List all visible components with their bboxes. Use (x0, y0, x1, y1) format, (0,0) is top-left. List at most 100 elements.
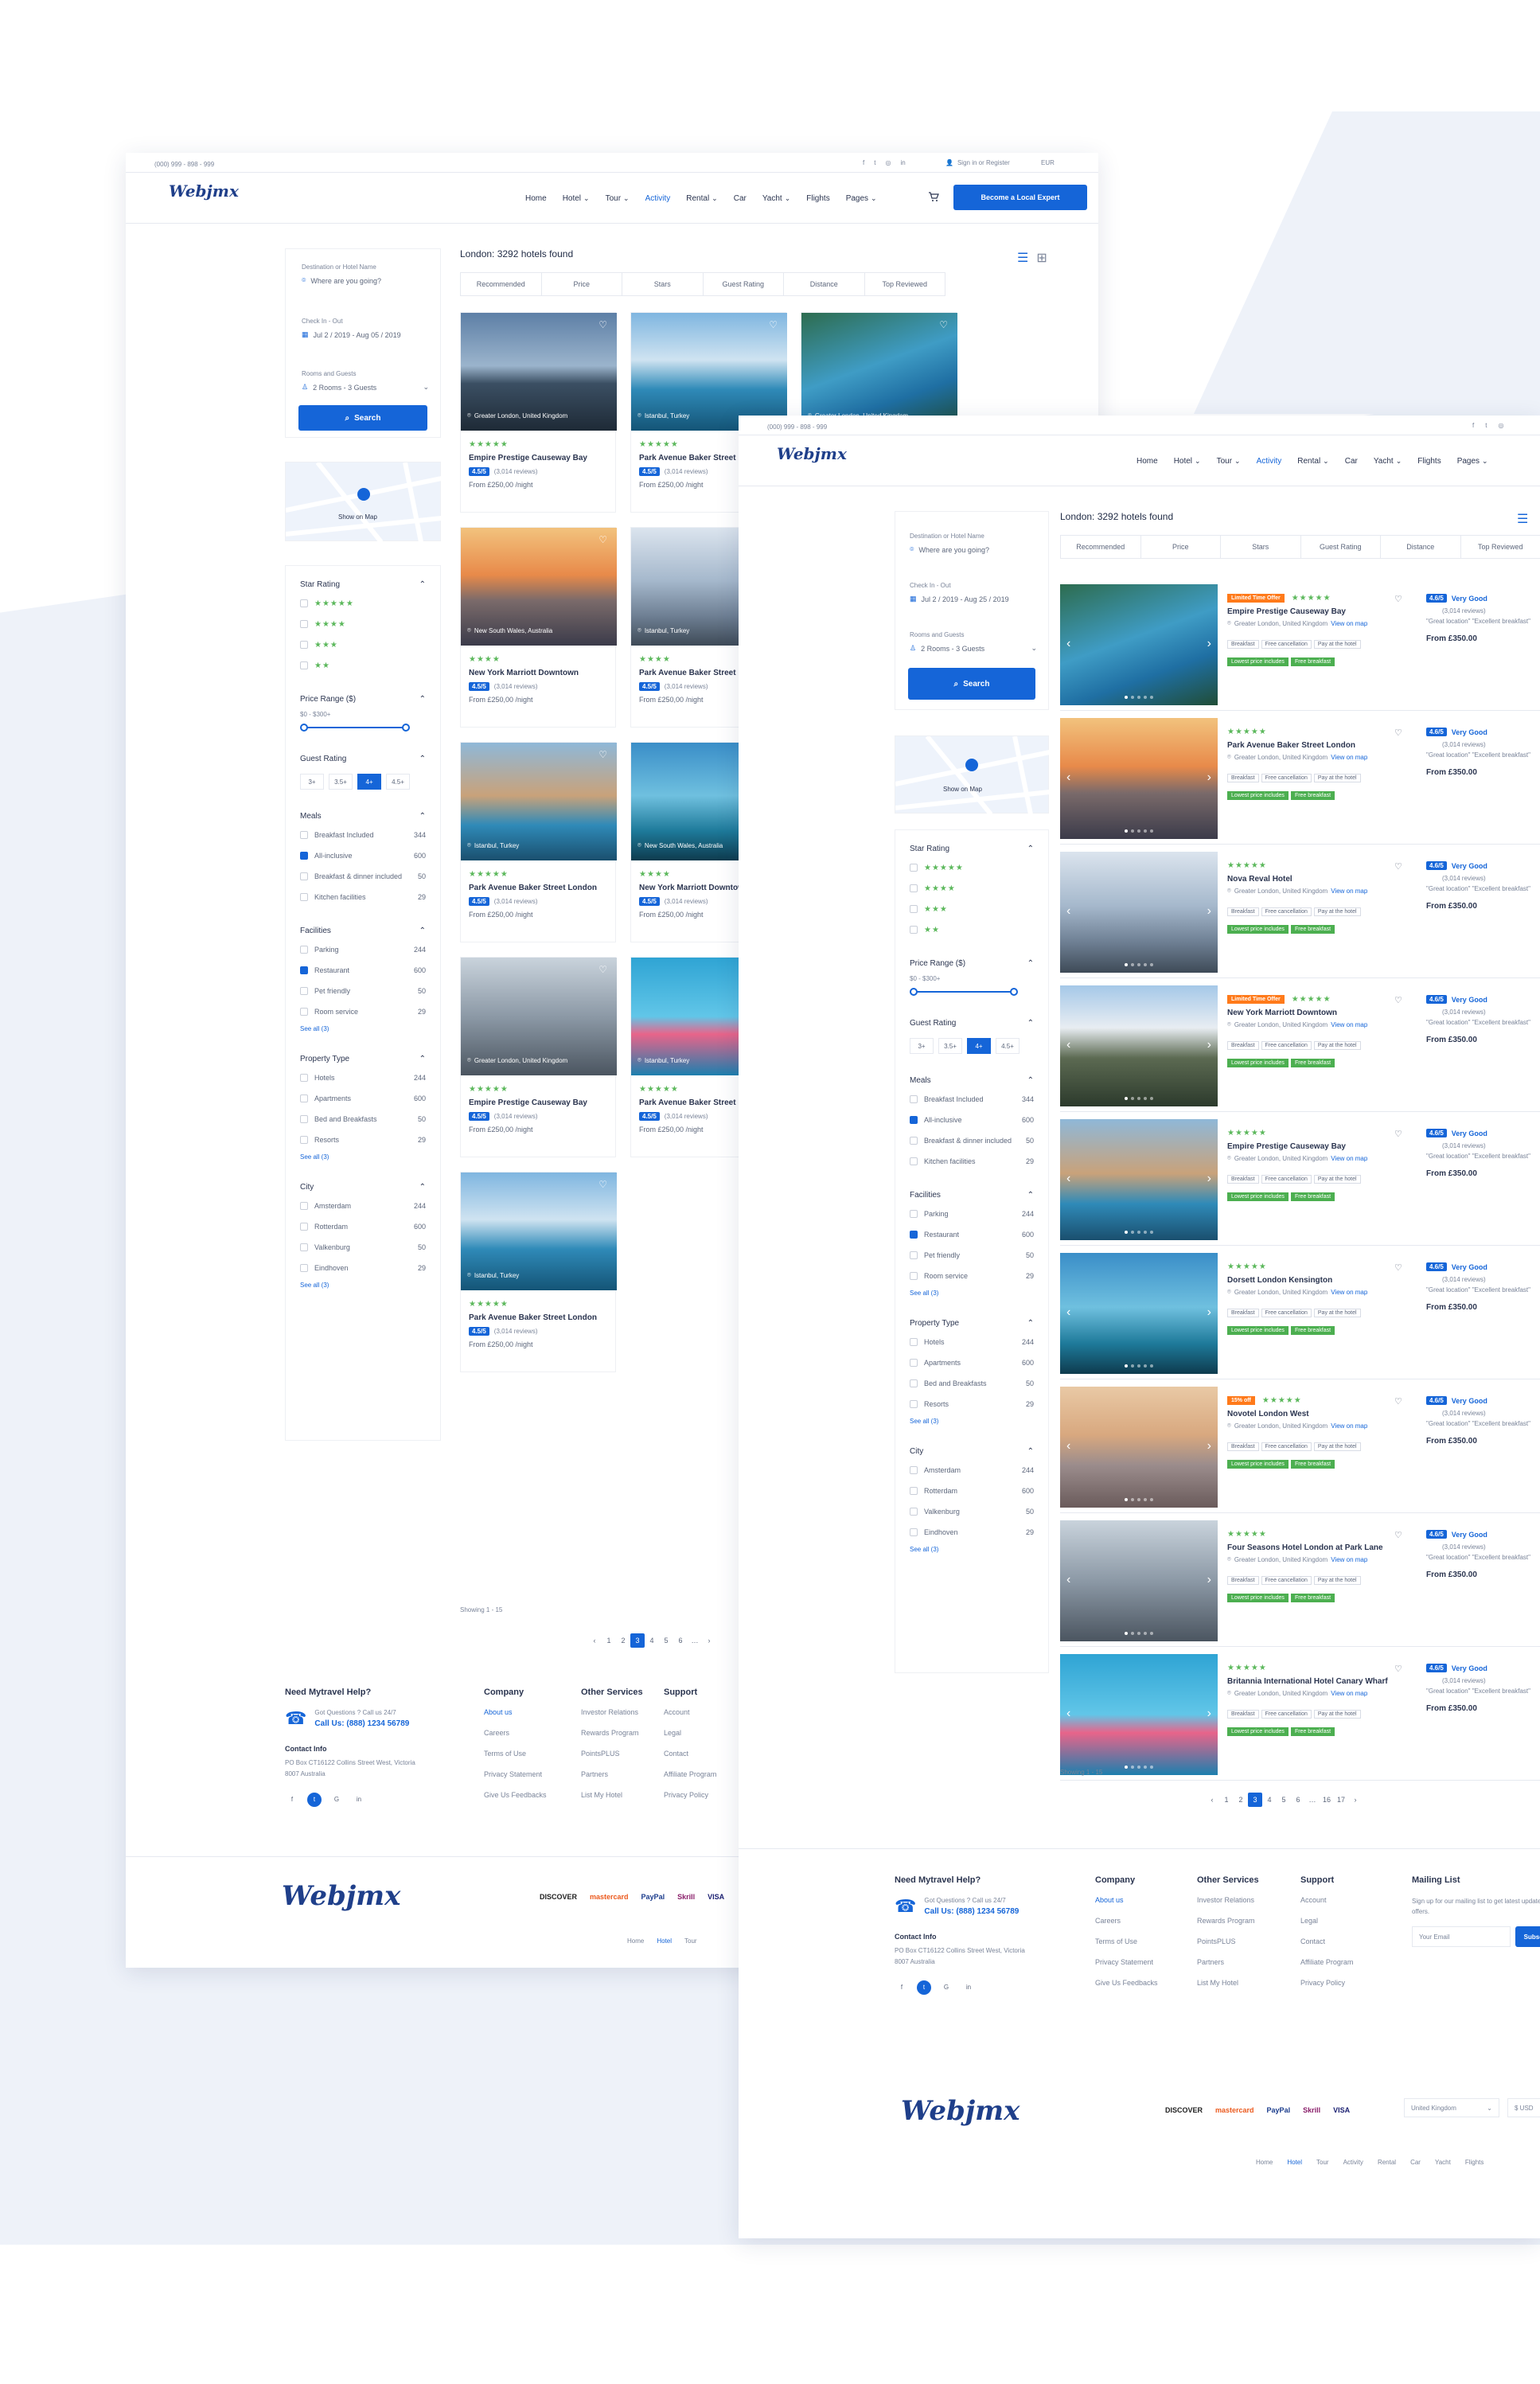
checkbox[interactable] (300, 852, 308, 860)
property-option[interactable]: Resorts 29 (300, 1130, 426, 1150)
hotel-image[interactable]: ‹ › (1060, 985, 1218, 1106)
carousel-dots[interactable] (1060, 1231, 1218, 1234)
menu-item-hotel[interactable]: Hotel ⌄ (563, 194, 590, 203)
search-button[interactable]: ⌕ Search (298, 405, 427, 431)
chevron-left-icon[interactable]: ‹ (1066, 1172, 1070, 1186)
currency-select[interactable]: $ USD (1507, 2098, 1540, 2117)
site-logo[interactable]: Webjmx (169, 181, 239, 201)
footer-link[interactable]: About us (1095, 1896, 1191, 1917)
menu-item-tour[interactable]: Tour ⌄ (1217, 457, 1241, 466)
footer-link[interactable]: Investor Relations (1197, 1896, 1292, 1917)
page-link[interactable]: 2 (1234, 1793, 1248, 1807)
footer-bottom-link[interactable]: Hotel (657, 1937, 672, 1945)
google-icon[interactable]: G (939, 1980, 953, 1995)
see-all-link[interactable]: See all (3) (910, 1546, 1034, 1553)
footer-link[interactable]: Privacy Statement (1095, 1958, 1191, 1979)
checkbox[interactable] (910, 1379, 918, 1387)
menu-item-pages[interactable]: Pages ⌄ (846, 194, 877, 203)
chevron-right-icon[interactable]: › (1207, 1707, 1211, 1721)
sort-tab[interactable]: Price (542, 273, 622, 295)
filter-section-property[interactable]: Property Type ⌃ (910, 1314, 1034, 1332)
meals-option[interactable]: Breakfast Included 344 (910, 1089, 1034, 1110)
sort-tab[interactable]: Top Reviewed (1461, 536, 1540, 558)
hotel-row[interactable]: ‹ › ★★★★★ ♡ Four Seasons Hotel London at Par… (1060, 1520, 1540, 1641)
checkbox[interactable] (300, 946, 308, 954)
footer-link[interactable]: Rewards Program (581, 1729, 676, 1750)
facilities-option[interactable]: Parking 244 (300, 939, 426, 960)
chevron-left-icon[interactable]: ‹ (1066, 1707, 1070, 1721)
meals-option[interactable]: All-inclusive 600 (300, 845, 426, 866)
checkbox[interactable] (300, 893, 308, 901)
property-option[interactable]: Bed and Breakfasts 50 (910, 1373, 1034, 1394)
heart-icon[interactable]: ♡ (1394, 995, 1402, 1005)
chevron-right-icon[interactable]: › (1207, 904, 1211, 919)
checkbox[interactable] (910, 1272, 918, 1280)
dates-input[interactable]: ▦ Jul 2 / 2019 - Aug 25 / 2019 (910, 595, 1009, 603)
hotel-row[interactable]: ‹ › ★★★★★ ♡ Nova Reval Hotel ⌾ Greater London,… (1060, 852, 1540, 973)
page-link[interactable]: 1 (602, 1633, 616, 1648)
map-preview[interactable]: Show on Map (895, 735, 1051, 816)
checkbox[interactable] (910, 1116, 918, 1124)
price-slider[interactable] (910, 985, 1034, 998)
hotel-row[interactable]: ‹ › ★★★★★ ♡ Park Avenue Baker Street London ⌾… (1060, 718, 1540, 839)
menu-item-rental[interactable]: Rental ⌄ (686, 194, 717, 203)
checkbox[interactable] (910, 1231, 918, 1239)
city-option[interactable]: Eindhoven 29 (300, 1258, 426, 1278)
heart-icon[interactable]: ♡ (1394, 1396, 1402, 1407)
filter-section-guest[interactable]: Guest Rating ⌃ (300, 750, 426, 767)
facebook-icon[interactable]: f (895, 1980, 909, 1995)
hotel-row[interactable]: ‹ › ★★★★★ ♡ Empire Prestige Causeway Bay ⌾ Gre… (1060, 1119, 1540, 1240)
city-option[interactable]: Amsterdam 244 (300, 1196, 426, 1216)
hotel-row[interactable]: ‹ › 15% off ★★★★★ ♡ Novotel London West ⌾ Great… (1060, 1387, 1540, 1508)
checkbox[interactable] (300, 872, 308, 880)
footer-link[interactable]: Careers (1095, 1917, 1191, 1937)
checkbox[interactable] (300, 641, 308, 649)
footer-link[interactable]: Partners (581, 1770, 676, 1791)
footer-link[interactable]: Privacy Statement (484, 1770, 579, 1791)
star-option-4[interactable]: ★★★★ (300, 614, 426, 634)
guest-rating-option[interactable]: 3+ (910, 1038, 934, 1054)
heart-icon[interactable]: ♡ (1394, 594, 1402, 604)
guest-rating-option[interactable]: 4+ (967, 1038, 991, 1054)
menu-item-car[interactable]: Car (1345, 457, 1358, 466)
hotel-row[interactable]: ‹ › Limited Time Offer ★★★★★ ♡ New York Marri… (1060, 985, 1540, 1106)
menu-item-yacht[interactable]: Yacht ⌄ (1374, 457, 1402, 466)
checkbox[interactable] (300, 661, 308, 669)
checkbox[interactable] (300, 1243, 308, 1251)
hotel-image[interactable]: ‹ › (1060, 1119, 1218, 1240)
filter-section-facilities[interactable]: Facilities ⌃ (910, 1186, 1034, 1204)
page-link[interactable]: 16 (1320, 1793, 1334, 1807)
checkbox[interactable] (300, 1074, 308, 1082)
footer-link[interactable]: Investor Relations (581, 1708, 676, 1729)
page-link[interactable]: … (688, 1633, 702, 1648)
site-logo[interactable]: Webjmx (777, 444, 847, 463)
page-link[interactable]: 2 (616, 1633, 630, 1648)
city-option[interactable]: Valkenburg 50 (300, 1237, 426, 1258)
carousel-dots[interactable] (1060, 1632, 1218, 1635)
search-button[interactable]: ⌕ Search (908, 668, 1035, 700)
guests-select[interactable]: ♙ 2 Rooms - 3 Guests ⌄ (302, 383, 429, 392)
chevron-left-icon[interactable]: ‹ (587, 1633, 602, 1648)
city-option[interactable]: Rotterdam 600 (910, 1481, 1034, 1501)
checkbox[interactable] (910, 1095, 918, 1103)
meals-option[interactable]: All-inclusive 600 (910, 1110, 1034, 1130)
footer-link[interactable]: Terms of Use (1095, 1937, 1191, 1958)
slider-handle-max[interactable] (402, 724, 410, 732)
meals-option[interactable]: Breakfast & dinner included 50 (300, 866, 426, 887)
footer-link[interactable]: Terms of Use (484, 1750, 579, 1770)
sort-tab[interactable]: Stars (1221, 536, 1301, 558)
heart-icon[interactable]: ♡ (1394, 861, 1402, 872)
filter-section-meals[interactable]: Meals ⌃ (910, 1071, 1034, 1089)
footer-link[interactable]: PointsPLUS (1197, 1937, 1292, 1958)
view-map-link[interactable]: View on map (1331, 1422, 1367, 1430)
sort-tab[interactable]: Top Reviewed (865, 273, 945, 295)
hotel-image[interactable]: ‹ › (1060, 1387, 1218, 1508)
menu-item-home[interactable]: Home (525, 194, 547, 203)
facebook-icon[interactable]: f (1472, 422, 1474, 429)
help-phone[interactable]: Call Us: (888) 1234 56789 (314, 1719, 409, 1728)
menu-item-tour[interactable]: Tour ⌄ (606, 194, 630, 203)
footer-bottom-link[interactable]: Car (1410, 2159, 1421, 2166)
footer-bottom-link[interactable]: Tour (1316, 2159, 1329, 2166)
facilities-option[interactable]: Pet friendly 50 (300, 981, 426, 1001)
instagram-icon[interactable]: ◎ (1498, 422, 1503, 429)
